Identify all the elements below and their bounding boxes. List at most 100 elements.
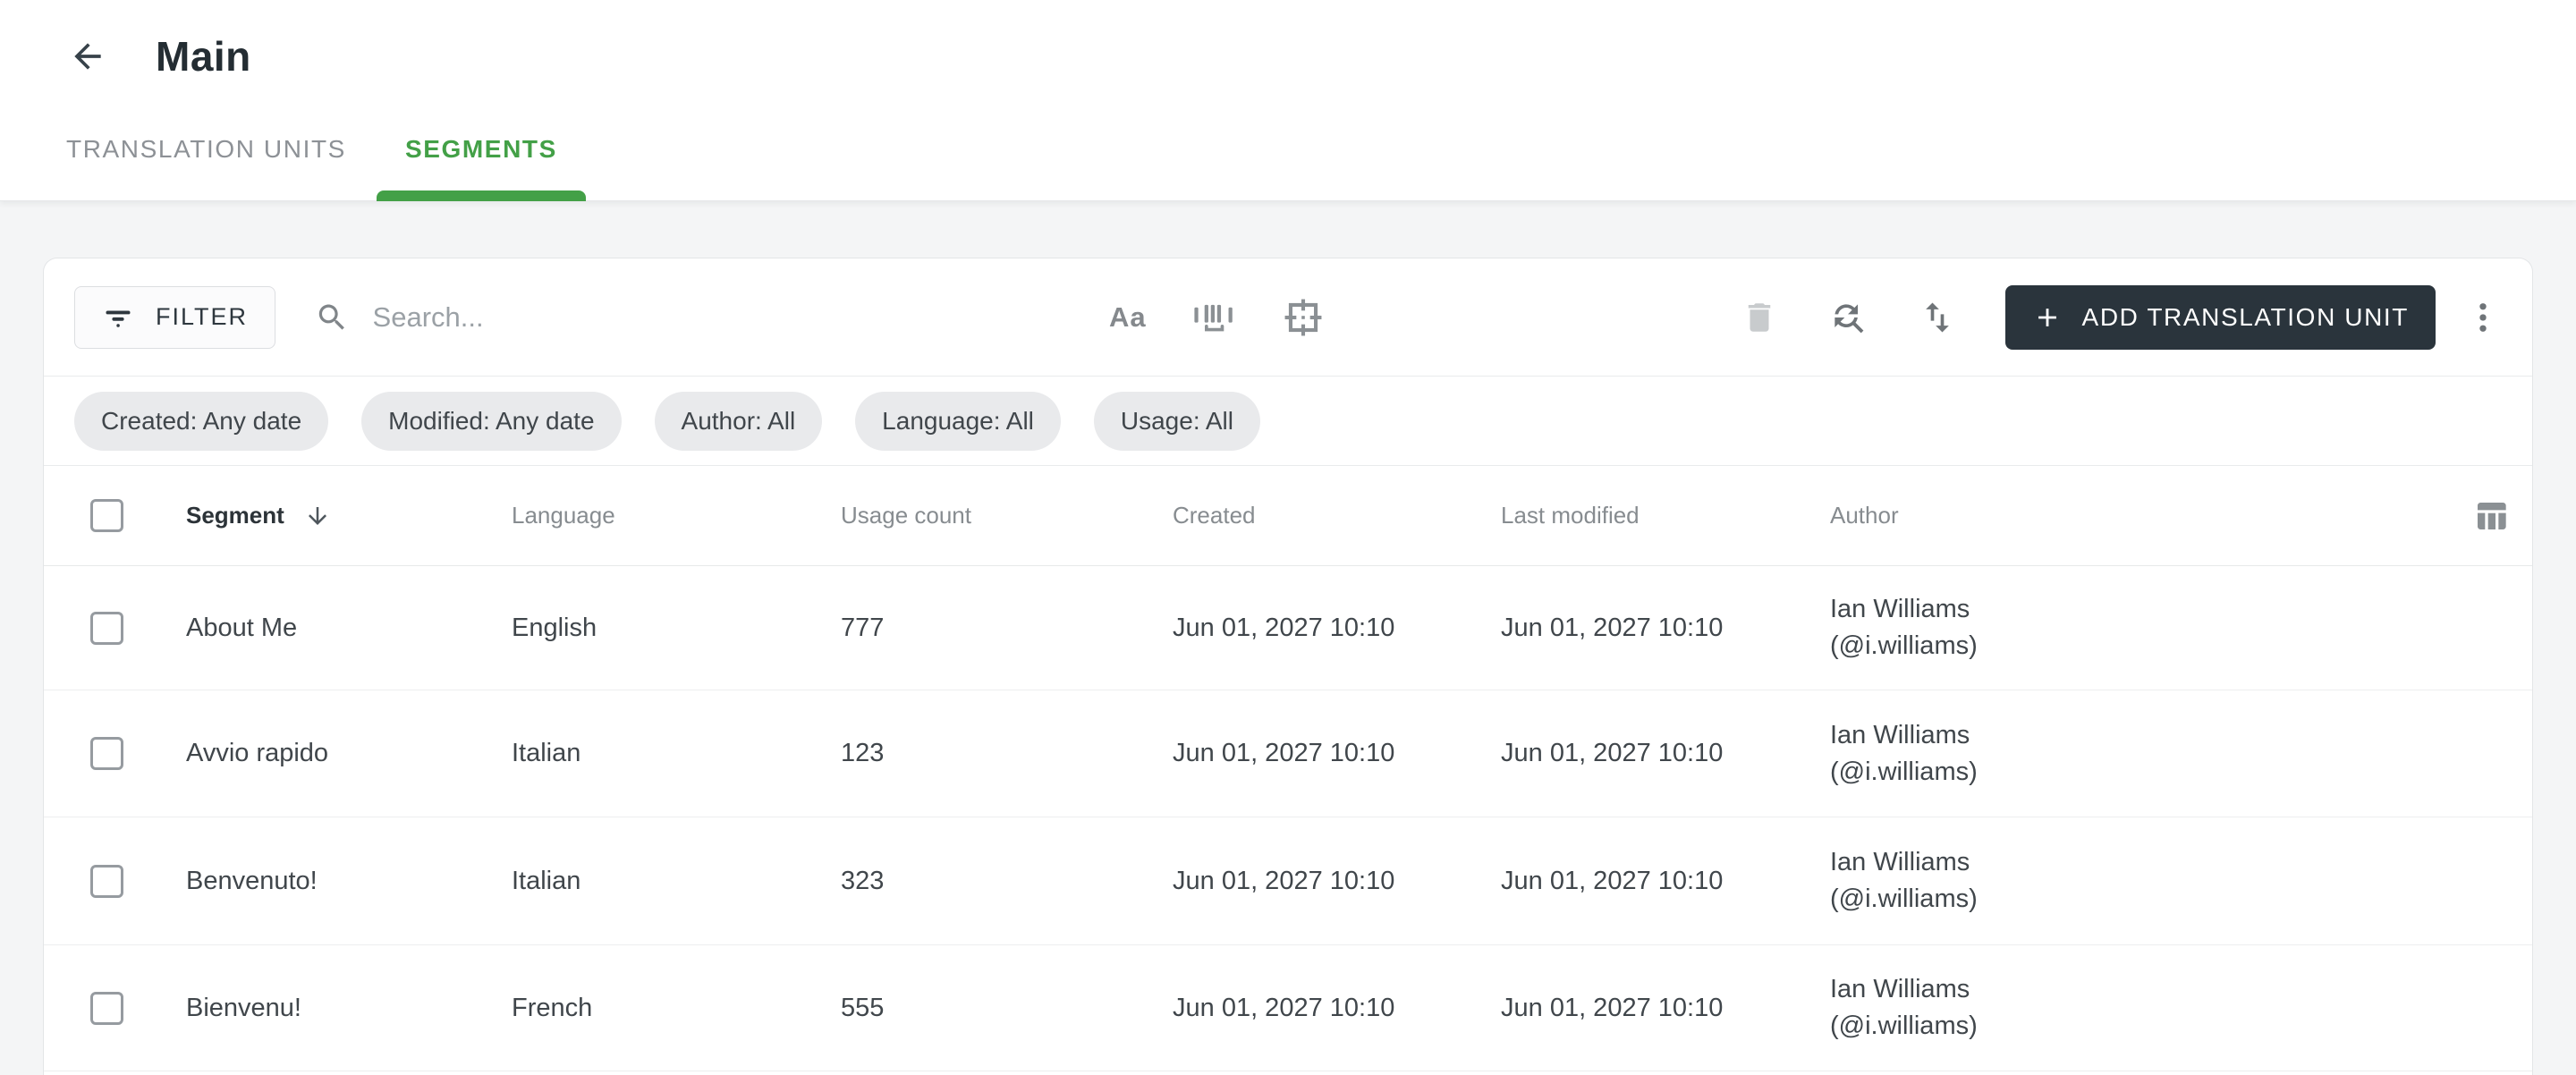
- selection-frame-button[interactable]: [1283, 297, 1324, 338]
- add-translation-unit-label: ADD TRANSLATION UNIT: [2081, 302, 2409, 331]
- tab-segments[interactable]: SEGMENTS: [376, 111, 586, 201]
- last-modified-cell: Jun 01, 2027 10:10: [1501, 866, 1724, 895]
- table-row[interactable]: Bienvenu! French 555 Jun 01, 2027 10:10 …: [44, 945, 2532, 1071]
- column-header-last-modified[interactable]: Last modified: [1501, 502, 1830, 529]
- delete-button[interactable]: [1741, 299, 1778, 336]
- language-cell: English: [512, 613, 597, 642]
- last-modified-cell: Jun 01, 2027 10:10: [1501, 613, 1724, 642]
- segment-cell: Bienvenu!: [186, 993, 301, 1022]
- focus-frame-icon: [1284, 299, 1322, 335]
- find-replace-button[interactable]: [1828, 298, 1868, 337]
- created-cell: Jun 01, 2027 10:10: [1173, 739, 1395, 767]
- sort-button[interactable]: [1918, 298, 1957, 337]
- whole-word-button[interactable]: [1193, 300, 1236, 334]
- column-label: Last modified: [1501, 502, 1640, 529]
- toolbar-actions: [1741, 298, 1957, 337]
- author-handle: (@i.williams): [1830, 631, 1978, 660]
- app-header: Main TRANSLATION UNITS SEGMENTS: [0, 0, 2576, 201]
- chip-created[interactable]: Created: Any date: [74, 391, 329, 451]
- row-checkbox[interactable]: [90, 611, 123, 645]
- back-button[interactable]: [66, 35, 109, 78]
- row-checkbox[interactable]: [90, 864, 123, 898]
- table-row[interactable]: About Me English 777 Jun 01, 2027 10:10 …: [44, 566, 2532, 690]
- usage-count-cell: 555: [841, 993, 885, 1022]
- barcode-icon: [1194, 304, 1233, 331]
- column-header-author[interactable]: Author: [1830, 502, 2453, 529]
- toolbar: FILTER Aa: [44, 258, 2532, 377]
- tab-translation-units[interactable]: TRANSLATION UNITS: [64, 111, 348, 200]
- last-modified-cell: Jun 01, 2027 10:10: [1501, 739, 1724, 767]
- row-checkbox-cell: [90, 737, 186, 770]
- chip-author[interactable]: Author: All: [654, 391, 823, 451]
- author-cell: Ian Williams (@i.williams): [1830, 971, 2453, 1045]
- usage-count-cell: 123: [841, 739, 885, 767]
- table-row[interactable]: Avvio rapido Italian 123 Jun 01, 2027 10…: [44, 690, 2532, 817]
- table-columns-icon: [2478, 502, 2506, 529]
- more-options-button[interactable]: [2464, 299, 2502, 336]
- filter-chips-row: Created: Any date Modified: Any date Aut…: [44, 377, 2532, 466]
- chip-label: Language: All: [882, 406, 1034, 435]
- page-title: Main: [156, 33, 251, 80]
- search-options: Aa: [1109, 297, 1324, 338]
- last-modified-cell: Jun 01, 2027 10:10: [1501, 993, 1724, 1022]
- language-cell: Italian: [512, 866, 581, 895]
- segment-cell: Benvenuto!: [186, 866, 318, 895]
- column-header-segment[interactable]: Segment: [186, 502, 512, 529]
- filter-button[interactable]: FILTER: [74, 285, 276, 349]
- search-input[interactable]: [372, 300, 1013, 334]
- filter-icon: [106, 310, 131, 327]
- title-row: Main: [0, 0, 2576, 80]
- author-cell: Ian Williams (@i.williams): [1830, 844, 2453, 918]
- row-checkbox[interactable]: [90, 737, 123, 770]
- row-checkbox[interactable]: [90, 991, 123, 1025]
- page-content: FILTER Aa: [0, 201, 2576, 1075]
- author-name: Ian Williams: [1830, 848, 1970, 876]
- usage-count-cell: 323: [841, 866, 885, 895]
- segments-card: FILTER Aa: [43, 258, 2533, 1075]
- table-row[interactable]: Benvenuto! Italian 323 Jun 01, 2027 10:1…: [44, 817, 2532, 945]
- tab-label: TRANSLATION UNITS: [66, 135, 346, 163]
- chip-language[interactable]: Language: All: [855, 391, 1061, 451]
- column-header-language[interactable]: Language: [512, 502, 841, 529]
- column-label: Language: [512, 502, 615, 529]
- column-label: Usage count: [841, 502, 971, 529]
- language-cell: Italian: [512, 739, 581, 767]
- match-case-icon: Aa: [1109, 300, 1147, 333]
- active-tab-underline: [376, 190, 586, 201]
- author-cell: Ian Williams (@i.williams): [1830, 717, 2453, 791]
- author-name: Ian Williams: [1830, 720, 1970, 749]
- chip-usage[interactable]: Usage: All: [1093, 391, 1260, 451]
- tab-label: SEGMENTS: [404, 135, 557, 163]
- match-case-button[interactable]: Aa: [1109, 301, 1147, 334]
- usage-count-cell: 777: [841, 613, 885, 642]
- created-cell: Jun 01, 2027 10:10: [1173, 866, 1395, 895]
- select-all-checkbox[interactable]: [90, 499, 123, 532]
- created-cell: Jun 01, 2027 10:10: [1173, 613, 1395, 642]
- chip-label: Created: Any date: [101, 406, 302, 435]
- row-checkbox-cell: [90, 864, 186, 898]
- segment-cell: About Me: [186, 613, 298, 642]
- add-translation-unit-button[interactable]: ADD TRANSLATION UNIT: [2004, 284, 2436, 350]
- column-header-usage-count[interactable]: Usage count: [841, 502, 1173, 529]
- author-name: Ian Williams: [1830, 595, 1970, 623]
- chip-label: Usage: All: [1120, 406, 1233, 435]
- author-cell: Ian Williams (@i.williams): [1830, 591, 2453, 664]
- search-icon: [318, 304, 344, 330]
- column-header-created[interactable]: Created: [1173, 502, 1501, 529]
- plus-icon: [2038, 308, 2056, 326]
- tab-bar: TRANSLATION UNITS SEGMENTS: [64, 111, 586, 201]
- column-settings-button[interactable]: [2473, 498, 2509, 534]
- language-cell: French: [512, 993, 593, 1022]
- column-label: Created: [1173, 502, 1256, 529]
- column-label: Author: [1830, 502, 1899, 529]
- sort-down-icon: [308, 506, 326, 525]
- swap-vertical-icon: [1925, 302, 1949, 332]
- author-name: Ian Williams: [1830, 975, 1970, 1003]
- row-checkbox-cell: [90, 991, 186, 1025]
- table-header: Segment Language Usage count Created Las…: [44, 466, 2532, 566]
- kebab-menu-icon: [2479, 302, 2487, 332]
- chip-modified[interactable]: Modified: Any date: [361, 391, 622, 451]
- back-arrow-icon: [74, 43, 101, 70]
- author-handle: (@i.williams): [1830, 757, 1978, 786]
- row-checkbox-cell: [90, 611, 186, 645]
